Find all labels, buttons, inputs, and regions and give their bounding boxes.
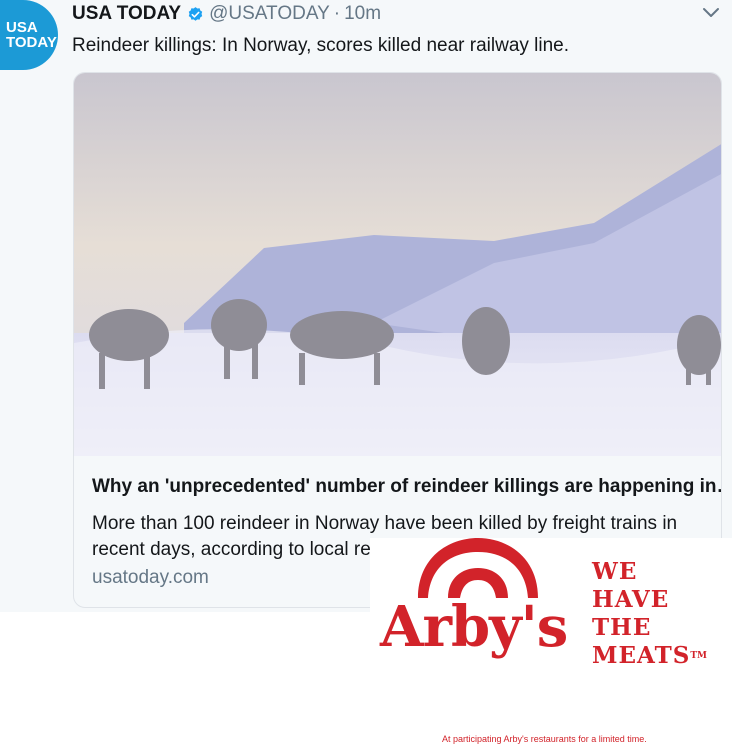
link-card[interactable]: Why an 'unprecedented' number of reindee…: [73, 72, 722, 608]
slogan-line-1: WE: [592, 558, 638, 585]
arbys-wordmark: Arby's: [380, 594, 568, 660]
avatar-text-line1: USA: [6, 19, 38, 36]
author-name[interactable]: USA TODAY: [72, 3, 181, 25]
tweet-text: Reindeer killings: In Norway, scores kil…: [72, 35, 570, 56]
trademark-symbol: TM: [690, 651, 707, 661]
author-handle[interactable]: @USATODAY: [209, 3, 330, 25]
tweet-header: USA TODAY @USATODAY · 10m: [72, 0, 381, 28]
separator-dot: ·: [333, 3, 341, 24]
card-domain: usatoday.com: [92, 567, 209, 588]
avatar-text-line2: TODAY: [6, 34, 57, 51]
slogan-line-4: MEATS: [592, 642, 691, 669]
card-title[interactable]: Why an 'unprecedented' number of reindee…: [92, 476, 721, 498]
card-image[interactable]: [74, 73, 722, 456]
tweet-timestamp[interactable]: 10m: [344, 3, 381, 25]
chevron-down-icon[interactable]: [702, 6, 720, 25]
verified-badge-icon: [187, 6, 204, 23]
ad-fine-print: At participating Arby's restaurants for …: [442, 734, 647, 744]
arbys-ad: Arby's WE HAVE THE MEATSTM At participat…: [370, 538, 732, 754]
ad-slogan: WE HAVE THE MEATSTM: [592, 558, 707, 670]
slogan-line-2: HAVE: [592, 586, 670, 613]
slogan-line-3: THE: [592, 614, 652, 641]
